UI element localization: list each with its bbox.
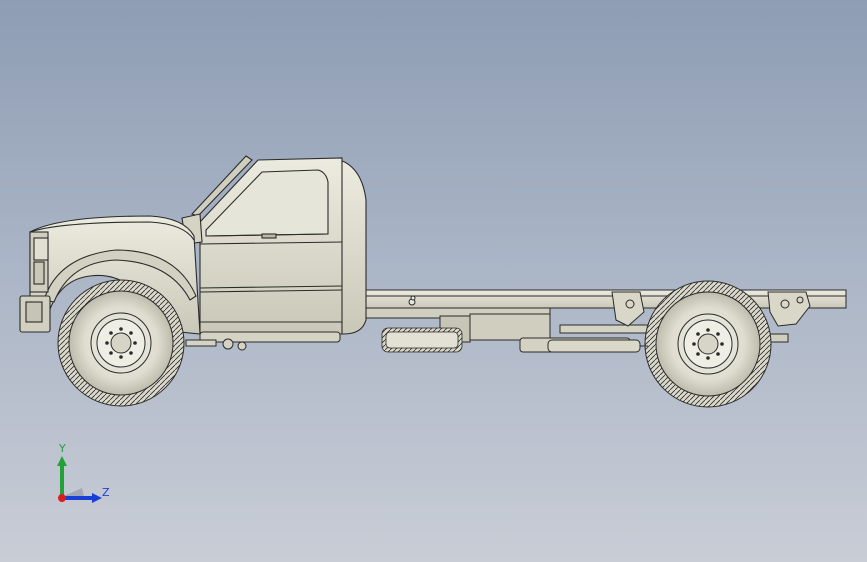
driveshaft — [547, 339, 648, 353]
spare-tire — [381, 327, 463, 353]
z-axis-label: Z — [102, 486, 110, 499]
front-wheel — [57, 279, 185, 407]
y-axis-label: Y — [59, 442, 66, 455]
graphics-viewport[interactable]: Y Z — [0, 0, 867, 562]
cab-body — [181, 155, 367, 335]
truck-model[interactable] — [0, 0, 867, 562]
step-bar — [185, 331, 341, 351]
rear-wheel — [644, 280, 772, 408]
